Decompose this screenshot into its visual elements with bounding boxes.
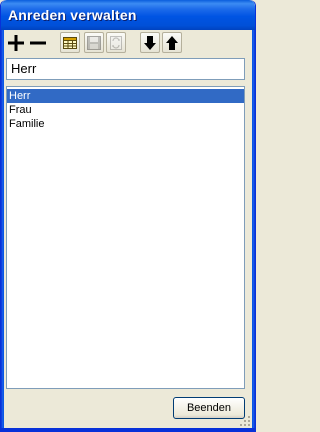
add-icon	[8, 34, 24, 51]
list-item[interactable]: Herr	[7, 89, 244, 103]
window-border-right	[252, 30, 255, 431]
arrow-down-icon	[144, 35, 156, 50]
list-item[interactable]: Familie	[7, 117, 244, 131]
arrow-up-icon	[166, 35, 178, 50]
window-border-left	[1, 30, 4, 431]
add-button[interactable]	[6, 32, 26, 53]
table-button[interactable]	[60, 32, 80, 53]
close-button[interactable]: Beenden	[173, 397, 245, 419]
window-border-bottom	[1, 428, 255, 431]
save-icon	[87, 35, 101, 50]
refresh-button[interactable]	[106, 32, 126, 53]
remove-icon	[30, 41, 46, 44]
salutation-input[interactable]: Herr	[6, 58, 245, 80]
remove-button[interactable]	[28, 32, 48, 53]
save-button[interactable]	[84, 32, 104, 53]
dialog-window: Anreden verwalten Herr Herr Frau Familie…	[0, 0, 256, 432]
toolbar	[6, 32, 250, 54]
table-icon	[63, 36, 77, 49]
resize-grip-icon[interactable]	[239, 415, 251, 427]
move-up-button[interactable]	[162, 32, 182, 53]
salutation-list[interactable]: Herr Frau Familie	[6, 86, 245, 389]
refresh-icon	[110, 35, 122, 50]
move-down-button[interactable]	[140, 32, 160, 53]
window-title: Anreden verwalten	[8, 7, 137, 23]
title-bar[interactable]: Anreden verwalten	[1, 0, 255, 30]
list-item[interactable]: Frau	[7, 103, 244, 117]
